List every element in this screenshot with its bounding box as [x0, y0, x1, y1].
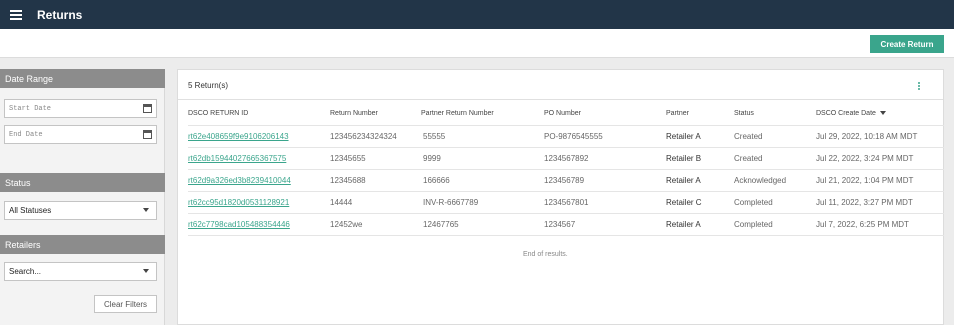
return-number: 12345688: [330, 176, 366, 185]
return-id-link[interactable]: rt62e408659f9e9106206143: [188, 132, 289, 141]
row-divider: [188, 169, 944, 170]
return-number: 14444: [330, 198, 353, 207]
date-range-header: Date Range: [0, 69, 165, 88]
po-number: 1234567892: [544, 154, 589, 163]
column-header[interactable]: Status: [734, 110, 754, 117]
status: Completed: [734, 198, 773, 207]
row-divider: [188, 125, 944, 126]
return-id-link[interactable]: rt62d9a326ed3b8239410044: [188, 176, 291, 185]
status: Created: [734, 132, 763, 141]
column-header-sorted[interactable]: DSCO Create Date: [816, 110, 886, 117]
start-date-field[interactable]: Start Date: [4, 99, 157, 118]
partner: Retailer A: [666, 132, 701, 141]
calendar-icon[interactable]: [143, 104, 152, 113]
return-number: 123456234324324: [330, 132, 397, 141]
column-header[interactable]: PO Number: [544, 110, 581, 117]
status-select-value: All Statuses: [9, 206, 52, 215]
divider: [178, 99, 943, 100]
partner-return-number: INV-R-6667789: [423, 198, 479, 207]
page-title: Returns: [37, 7, 83, 22]
row-divider: [188, 213, 944, 214]
return-id-link[interactable]: rt62cc95d1820d0531128921: [188, 198, 289, 207]
return-number: 12452we: [330, 220, 363, 229]
status-header: Status: [0, 173, 165, 192]
end-of-results: End of results.: [523, 251, 568, 258]
calendar-icon[interactable]: [143, 130, 152, 139]
return-id-link[interactable]: rt62db15944027665367575: [188, 154, 286, 163]
column-header-label: DSCO Create Date: [816, 110, 876, 117]
create-date: Jul 22, 2022, 3:24 PM MDT: [816, 154, 914, 163]
filter-sidebar: Date Range Start Date End Date Status Al…: [0, 69, 165, 325]
partner-return-number: 12467765: [423, 220, 459, 229]
po-number: 1234567801: [544, 198, 589, 207]
returns-count: 5 Return(s): [188, 81, 229, 90]
status: Created: [734, 154, 763, 163]
sort-desc-icon: [879, 111, 886, 116]
clear-filters-button[interactable]: Clear Filters: [94, 295, 157, 313]
action-bar: [0, 29, 954, 58]
row-divider: [188, 191, 944, 192]
po-number: 1234567: [544, 220, 576, 229]
column-header[interactable]: Partner: [666, 110, 689, 117]
chevron-down-icon: [143, 269, 149, 273]
column-header[interactable]: Return Number: [330, 110, 378, 117]
top-bar: Returns: [0, 0, 954, 29]
partner: Retailer A: [666, 176, 701, 185]
partner: Retailer A: [666, 220, 701, 229]
more-options-icon[interactable]: [918, 82, 921, 90]
end-date-field[interactable]: End Date: [4, 125, 157, 144]
column-header[interactable]: DSCO RETURN ID: [188, 110, 248, 117]
create-date: Jul 11, 2022, 3:27 PM MDT: [816, 198, 913, 207]
status-select[interactable]: All Statuses: [4, 201, 157, 220]
row-divider: [188, 235, 944, 236]
return-number: 12345655: [330, 154, 366, 163]
row-divider: [188, 147, 944, 148]
po-number: PO-9876545555: [544, 132, 603, 141]
create-date: Jul 7, 2022, 6:25 PM MDT: [816, 220, 909, 229]
retailers-select[interactable]: Search...: [4, 262, 157, 281]
retailers-header: Retailers: [0, 235, 165, 254]
partner-return-number: 55555: [423, 132, 446, 141]
return-id-link[interactable]: rt62c7798cad105488354446: [188, 220, 290, 229]
create-date: Jul 21, 2022, 1:04 PM MDT: [816, 176, 914, 185]
po-number: 123456789: [544, 176, 585, 185]
hamburger-menu-icon[interactable]: [10, 9, 22, 20]
partner: Retailer B: [666, 154, 702, 163]
status: Acknowledged: [734, 176, 787, 185]
end-date-placeholder: End Date: [9, 130, 43, 139]
partner-return-number: 9999: [423, 154, 441, 163]
create-return-button[interactable]: Create Return: [870, 35, 944, 53]
start-date-placeholder: Start Date: [9, 104, 52, 113]
chevron-down-icon: [143, 208, 149, 212]
partner-return-number: 166666: [423, 176, 450, 185]
returns-panel: 5 Return(s) DSCO RETURN ID Return Number…: [177, 69, 944, 325]
column-header[interactable]: Partner Return Number: [421, 110, 494, 117]
retailers-select-value: Search...: [9, 267, 42, 276]
partner: Retailer C: [666, 198, 702, 207]
status: Completed: [734, 220, 773, 229]
create-date: Jul 29, 2022, 10:18 AM MDT: [816, 132, 918, 141]
